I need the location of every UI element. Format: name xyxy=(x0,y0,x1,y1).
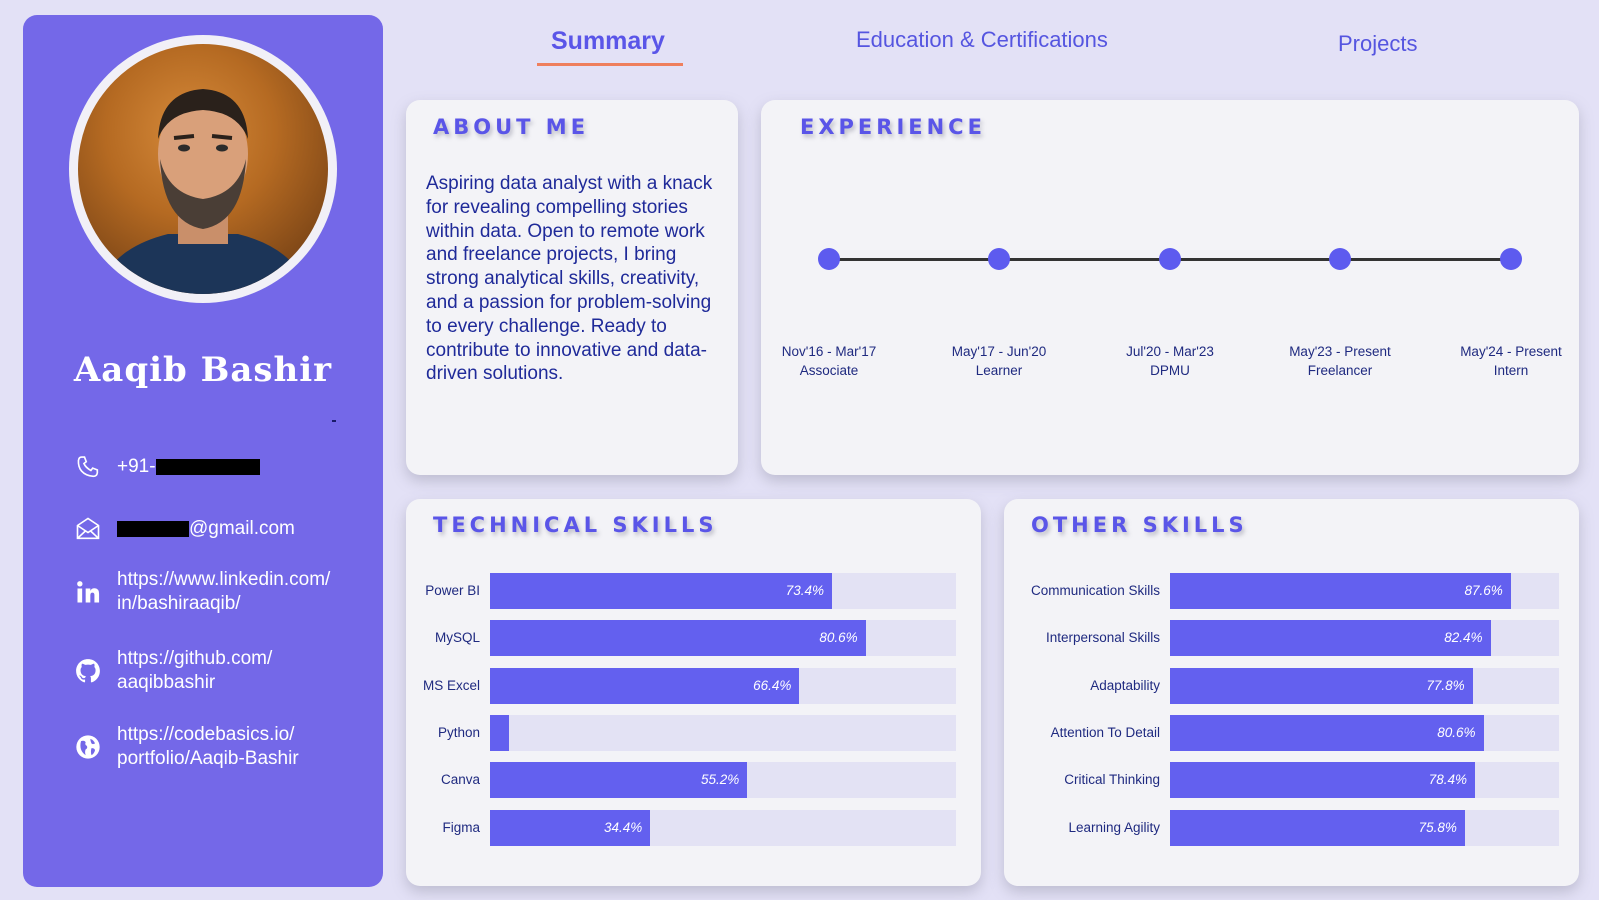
skill-bar-row[interactable]: MySQL 80.6% xyxy=(435,620,956,656)
profile-photo xyxy=(98,89,308,294)
about-title: ABOUT ME xyxy=(433,115,590,139)
technical-skills-card: TECHNICAL SKILLS Power BI 73.4% MySQL 80.6%… xyxy=(406,499,981,886)
avatar xyxy=(78,44,328,294)
github-link[interactable]: https://github.com/ aaqibbashir xyxy=(117,647,272,695)
timeline-dot[interactable] xyxy=(988,248,1010,270)
timeline-entry: May'23 - Present Freelancer xyxy=(1270,342,1410,380)
phone-icon xyxy=(73,452,103,482)
timeline-period: May'24 - Present xyxy=(1460,344,1562,359)
timeline-dot[interactable] xyxy=(818,248,840,270)
skill-bar-track xyxy=(490,715,956,751)
timeline-entry: May'17 - Jun'20 Learner xyxy=(929,342,1069,380)
github-icon xyxy=(73,656,103,686)
skill-label: MySQL xyxy=(434,630,480,645)
skill-value-label: 34.4% xyxy=(604,820,643,835)
redacted-block xyxy=(155,458,260,475)
skill-value-label: 80.6% xyxy=(1437,725,1476,740)
timeline-role: Learner xyxy=(975,363,1023,378)
linkedin-icon xyxy=(73,577,103,607)
contact-phone: +91- xyxy=(73,452,260,482)
skill-value-label: 80.6% xyxy=(819,630,858,645)
skill-label: Power BI xyxy=(425,583,480,598)
timeline-dot[interactable] xyxy=(1500,248,1522,270)
timeline-role: Freelancer xyxy=(1307,363,1373,378)
skill-bar-row[interactable]: Attention To Detail 80.6% xyxy=(1051,715,1559,751)
skill-value-label xyxy=(490,715,501,751)
skill-label: Adaptability xyxy=(1090,678,1160,693)
skill-label: Canva xyxy=(440,772,480,787)
skill-bar-row[interactable]: MS Excel 66.4% xyxy=(423,668,956,704)
skill-value-label: 75.8% xyxy=(1418,820,1457,835)
timeline-dot[interactable] xyxy=(1329,248,1351,270)
about-text: Aspiring data analyst with a knack for r… xyxy=(426,173,713,385)
divider-mark xyxy=(332,420,336,422)
skill-value-label: 55.2% xyxy=(700,772,740,787)
about-card: ABOUT ME Aspiring data analyst with a kn… xyxy=(406,100,738,475)
skill-label: Learning Agility xyxy=(1068,820,1160,835)
skill-label: Interpersonal Skills xyxy=(1045,630,1160,645)
timeline-role: Intern xyxy=(1493,363,1529,378)
tab-education[interactable]: Education & Certifications xyxy=(856,27,1108,53)
contact-portfolio: https://codebasics.io/ portfolio/Aaqib-B… xyxy=(73,723,299,771)
skill-label: Communication Skills xyxy=(1030,583,1160,598)
experience-title: EXPERIENCE xyxy=(800,115,986,139)
technical-skills-title: TECHNICAL SKILLS xyxy=(433,513,718,537)
mail-icon xyxy=(73,514,103,544)
tab-projects[interactable]: Projects xyxy=(1338,31,1417,57)
skill-bar-row[interactable]: Python xyxy=(438,715,956,751)
portfolio-link[interactable]: https://codebasics.io/ portfolio/Aaqib-B… xyxy=(117,723,299,771)
skill-label: Critical Thinking xyxy=(1064,772,1160,787)
skill-bar-row[interactable]: Adaptability 77.8% xyxy=(1090,668,1559,704)
active-tab-indicator xyxy=(537,63,683,66)
skill-bar-row[interactable]: Canva 55.2% xyxy=(441,762,956,798)
skill-value-label: 66.4% xyxy=(753,678,792,693)
skill-label: Python xyxy=(437,725,480,740)
contact-email: @gmail.com xyxy=(73,514,295,544)
linkedin-link[interactable]: https://www.linkedin.com/ in/bashiraaqib… xyxy=(117,568,330,616)
skill-bar-row[interactable]: Power BI 73.4% xyxy=(425,573,956,609)
timeline-period: Jul'20 - Mar'23 xyxy=(1126,344,1214,359)
skill-value-label: 87.6% xyxy=(1464,583,1503,598)
timeline-period: May'23 - Present xyxy=(1289,344,1391,359)
skill-bar-row[interactable]: Critical Thinking 78.4% xyxy=(1064,762,1559,798)
timeline-entry: Jul'20 - Mar'23 DPMU xyxy=(1100,342,1240,380)
timeline-entry: May'24 - Present Intern xyxy=(1441,342,1581,380)
skill-value-label: 82.4% xyxy=(1444,630,1483,645)
globe-icon xyxy=(73,732,103,762)
avatar-frame xyxy=(69,35,337,303)
tab-summary[interactable]: Summary xyxy=(551,27,665,56)
timeline-period: May'17 - Jun'20 xyxy=(951,344,1047,359)
timeline-dot[interactable] xyxy=(1159,248,1181,270)
contact-linkedin: https://www.linkedin.com/ in/bashiraaqib… xyxy=(73,568,330,616)
skill-label: MS Excel xyxy=(422,678,480,693)
skill-value-label: 77.8% xyxy=(1426,678,1465,693)
phone-number[interactable]: +91- xyxy=(117,455,260,479)
other-skills-title: OTHER SKILLS xyxy=(1031,513,1248,537)
other-skills-card: OTHER SKILLS Communication Skills 87.6% In… xyxy=(1004,499,1579,886)
skill-value-label: 78.4% xyxy=(1428,772,1467,787)
skill-bar-row[interactable]: Learning Agility 75.8% xyxy=(1068,810,1559,846)
skill-label: Attention To Detail xyxy=(1050,725,1160,740)
timeline-entry: Nov'16 - Mar'17 Associate xyxy=(759,342,899,380)
skill-value-label: 73.4% xyxy=(785,583,825,598)
skill-bar-row[interactable]: Communication Skills 87.6% xyxy=(1031,573,1559,609)
timeline-role: DPMU xyxy=(1150,363,1190,378)
profile-sidebar: Aaqib Bashir +91- @gmail.com https://www… xyxy=(23,15,383,887)
experience-card: EXPERIENCE Nov'16 - Mar'17 Associate May'1… xyxy=(761,100,1579,475)
timeline-role: Associate xyxy=(799,363,859,378)
timeline-period: Nov'16 - Mar'17 xyxy=(781,344,877,359)
skill-bar-row[interactable]: Interpersonal Skills 82.4% xyxy=(1046,620,1559,656)
skill-label: Figma xyxy=(442,820,480,835)
email-address[interactable]: @gmail.com xyxy=(117,517,295,541)
contact-github: https://github.com/ aaqibbashir xyxy=(73,647,272,695)
redacted-block xyxy=(117,520,189,537)
profile-name: Aaqib Bashir xyxy=(73,350,333,390)
skill-bar-row[interactable]: Figma 34.4% xyxy=(442,810,956,846)
